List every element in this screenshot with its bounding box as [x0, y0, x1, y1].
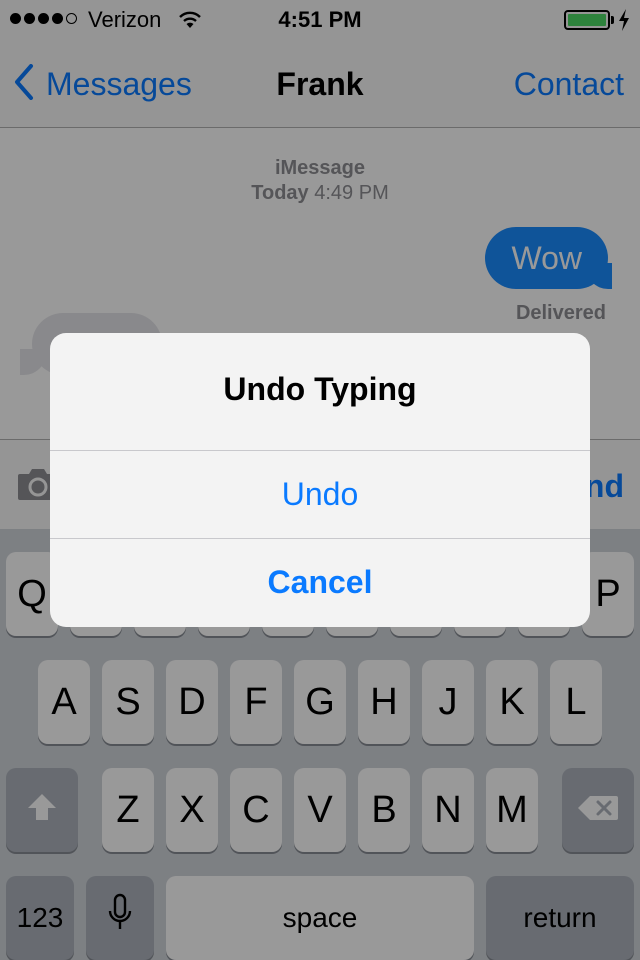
undo-typing-alert: Undo Typing Undo Cancel [50, 333, 590, 627]
messages-screen: Verizon 4:51 PM Messages Frank Contact i… [0, 0, 640, 960]
alert-title: Undo Typing [223, 371, 417, 407]
undo-button[interactable]: Undo [50, 450, 590, 538]
cancel-button[interactable]: Cancel [50, 538, 590, 626]
